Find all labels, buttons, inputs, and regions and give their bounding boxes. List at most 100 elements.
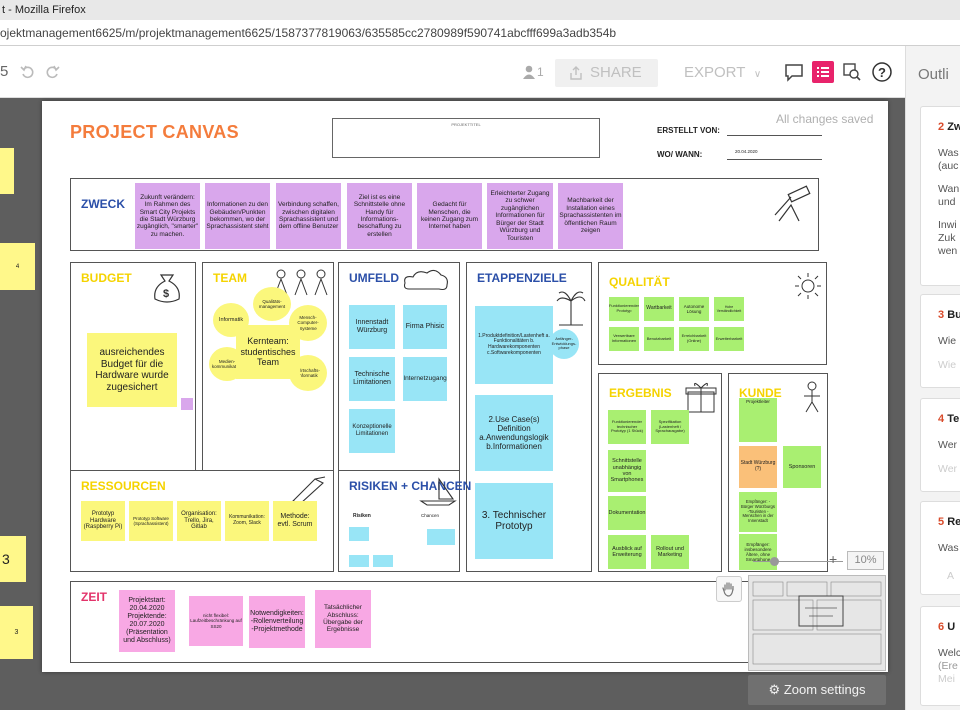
section-zweck[interactable]: ZWECK Zukunft verändern: Im Rahmen des S… (70, 178, 819, 251)
section-budget[interactable]: BUDGET $ ausreichendes Budget für die Ha… (70, 262, 196, 472)
zweck-note[interactable]: Zukunft verändern: Im Rahmen des Smart C… (135, 183, 200, 249)
ergebnis-note[interactable]: Dokumentation (608, 496, 646, 530)
kunde-note[interactable]: Empfänger: -Bürger Würzburgs -Touristen … (739, 492, 777, 532)
umfeld-note[interactable]: Innenstadt Würzburg (349, 305, 395, 349)
pan-tool-button[interactable] (716, 576, 742, 602)
umfeld-note[interactable]: Firma Phisic (403, 305, 447, 349)
team-core-note[interactable]: Kernteam: studentisches Team (236, 325, 300, 379)
ergebnis-note[interactable]: Ausblick auf Erweiterung (608, 535, 646, 569)
section-team[interactable]: TEAM Informatik Qualitäts-management Men… (202, 262, 334, 472)
ressourcen-note[interactable]: Organisation: Trello, Jira, Gitlab (177, 501, 221, 541)
outline-card-4[interactable]: 4 Te Wer Wer (920, 398, 960, 492)
kunde-note[interactable]: Sponsoren (783, 446, 821, 488)
ressourcen-note[interactable]: Prototyp Hardware (Raspberry Pi) (81, 501, 125, 541)
outline-card-2[interactable]: 2 Zw Was (auc Wan und Inwi Zuk wen (920, 106, 960, 286)
kunde-note[interactable]: Projektleiter (739, 398, 777, 442)
etappen-note[interactable]: 1.Produktdefinition/Lastenheft a. Funkti… (475, 306, 553, 384)
qualitaet-note[interactable]: Benutzbarkeit (644, 327, 674, 351)
chancen-note[interactable] (427, 529, 455, 545)
comment-icon[interactable] (782, 60, 806, 84)
export-button[interactable]: EXPORT ∨ (684, 59, 761, 87)
etappen-bubble[interactable]: Anfänger-Entwicklungs-phase (549, 329, 579, 359)
project-title-box[interactable]: PROJEKTTITEL (332, 118, 600, 158)
minimap[interactable] (748, 575, 886, 671)
outline-card-5[interactable]: 5 Re Was A (920, 501, 960, 595)
ressourcen-note[interactable]: Prototyp Software (Sprachassistent) (129, 501, 173, 541)
zoom-in-button[interactable]: + (829, 551, 837, 567)
zweck-note[interactable]: Gedacht für Menschen, die keinen Zugang … (417, 183, 482, 249)
section-risiken[interactable]: RISIKEN + CHANCEN Risiken Chancen (338, 470, 471, 572)
zweck-note[interactable]: Ziel ist es eine Schnittstelle ohne Hand… (347, 183, 412, 249)
offscreen-sticky[interactable]: 3 (0, 536, 26, 582)
zeit-note[interactable]: Projektstart: 20.04.2020 Projektende: 20… (119, 590, 175, 652)
outline-line: Inwi (938, 219, 957, 231)
qualitaet-note[interactable]: Wartbarkeit (644, 297, 674, 321)
outline-toggle-icon[interactable] (812, 61, 834, 83)
zweck-note[interactable]: Erleichterter Zugang zu schwer zugänglic… (487, 183, 553, 249)
search-zoom-icon[interactable] (840, 60, 864, 84)
umfeld-note[interactable]: Technische Limitationen (349, 357, 395, 401)
risiken-label: Risiken (353, 513, 371, 519)
redo-icon[interactable] (40, 60, 64, 84)
outline-panel: Outli 2 Zw Was (auc Wan und Inwi Zuk wen… (905, 46, 960, 710)
qualitaet-note[interactable]: Verwertbare Informationen (609, 327, 639, 351)
qualitaet-note[interactable]: Erreichbarkeit (Online) (679, 327, 709, 351)
section-qualitaet[interactable]: QUALITÄT Funktionierender Prototyp Wartb… (598, 262, 827, 365)
qualitaet-note[interactable]: Hohe Verständlichkeit (714, 297, 744, 321)
sticky-text: 3 (2, 551, 10, 567)
zoom-slider-handle[interactable] (770, 557, 779, 566)
zeit-note[interactable]: Tatsächlicher Abschluss: Übergabe der Er… (315, 590, 371, 648)
section-ressourcen[interactable]: RESSOURCEN Prototyp Hardware (Raspberry … (70, 470, 334, 572)
help-label: ? (878, 64, 886, 80)
qualitaet-note[interactable]: Erweiterbarkeit (714, 327, 744, 351)
ergebnis-note[interactable]: Funktionierender technischer Prototyp (1… (608, 410, 646, 444)
zoom-settings-button[interactable]: ⚙ Zoom settings (748, 675, 886, 705)
ressourcen-note[interactable]: Methode: evtl. Scrum (273, 501, 317, 541)
zweck-note[interactable]: Machbarkeit der Installation eines Sprac… (558, 183, 623, 249)
ergebnis-title: ERGEBNIS (609, 386, 672, 400)
outline-card-3[interactable]: 3 Bu Wie Wie (920, 294, 960, 388)
section-etappenziele[interactable]: ETAPPENZIELE 1.Produktdefinition/Lastenh… (466, 262, 592, 572)
budget-note[interactable]: ausreichendes Budget für die Hardware wu… (87, 333, 177, 407)
address-bar[interactable]: ojektmanagement6625/m/projektmanagement6… (0, 20, 960, 46)
outline-line: Mei (938, 673, 955, 685)
kunde-note[interactable]: Stadt Würzburg (?) (739, 446, 777, 488)
umfeld-note[interactable]: Konzeptionelle Limitationen (349, 409, 395, 453)
ergebnis-note[interactable]: Rollout und Marketing (651, 535, 689, 569)
zoom-percentage[interactable]: 10% (847, 551, 884, 570)
chancen-label: Chancen (421, 513, 440, 518)
etappen-note[interactable]: 2.Use Case(s) Definition a.Anwendungslog… (475, 395, 553, 471)
small-sticky[interactable] (181, 398, 193, 410)
offscreen-sticky[interactable] (0, 148, 14, 194)
zweck-note[interactable]: Verbindung schaffen, zwischen digitalen … (276, 183, 341, 249)
outline-card-6[interactable]: 6 U Welc (Ere Mei (920, 606, 960, 706)
zeit-note[interactable]: nicht flexibel: Laufzeitbeschränkung auf… (189, 596, 243, 646)
when-line (727, 159, 822, 160)
undo-icon[interactable] (16, 60, 40, 84)
qualitaet-note[interactable]: Funktionierender Prototyp (609, 297, 639, 321)
share-button[interactable]: SHARE (555, 59, 658, 87)
section-ergebnis[interactable]: ERGEBNIS Funktionierender technischer Pr… (598, 373, 722, 572)
etappen-note[interactable]: 3. Technischer Prototyp (475, 483, 553, 559)
section-zeit[interactable]: ZEIT Projektstart: 20.04.2020 Projektend… (70, 581, 750, 663)
section-kunde[interactable]: KUNDE Projektleiter Stadt Würzburg (?) S… (728, 373, 828, 572)
gear-icon: ⚙ (768, 682, 781, 697)
risiken-note[interactable] (373, 555, 393, 567)
outline-line: Wan (938, 183, 960, 195)
team-bubble[interactable]: Qualitäts-management (253, 287, 291, 321)
umfeld-note[interactable]: Internetzugang (403, 357, 447, 401)
ergebnis-note[interactable]: Schnittstelle unabhängig von Smartphones (608, 450, 646, 492)
ergebnis-note[interactable]: Spezifikation (Lastenheft / Sprachausgab… (651, 410, 689, 444)
offscreen-sticky[interactable]: 3 (0, 606, 33, 659)
outline-line: Was (938, 542, 959, 554)
offscreen-sticky[interactable]: 4 (0, 243, 35, 290)
zeit-note[interactable]: Notwendigkeiten: -Rollenverteilung -Proj… (249, 596, 305, 648)
risiken-note[interactable] (349, 527, 369, 541)
qualitaet-note[interactable]: Autonome Lösung (679, 297, 709, 321)
window-title: t - Mozilla Firefox (2, 4, 86, 16)
zweck-note[interactable]: Informationen zu den Gebäuden/Punkten be… (205, 183, 270, 249)
zoom-settings-label: Zoom settings (783, 682, 866, 697)
ressourcen-note[interactable]: Kommunikation: Zoom, Slack (225, 501, 269, 541)
help-icon[interactable]: ? (870, 60, 894, 84)
risiken-note[interactable] (349, 555, 369, 567)
